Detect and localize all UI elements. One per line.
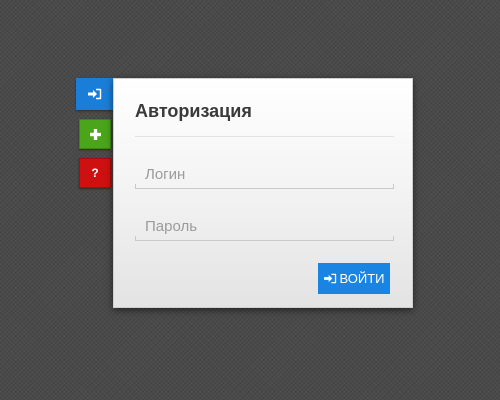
question-icon: ? xyxy=(91,166,99,180)
login-input[interactable] xyxy=(135,161,394,189)
sign-in-icon xyxy=(323,273,337,284)
panel-title: Авторизация xyxy=(135,101,252,121)
password-input-left-tick xyxy=(135,236,136,241)
title-divider xyxy=(135,136,394,137)
login-input-left-tick xyxy=(135,184,136,189)
password-input[interactable] xyxy=(135,213,394,241)
login-tab[interactable] xyxy=(76,78,113,110)
login-input-right-tick xyxy=(393,184,394,189)
login-button-label: ВОЙТИ xyxy=(339,271,385,286)
register-tab[interactable] xyxy=(79,119,111,149)
plus-icon xyxy=(89,128,101,140)
password-input-right-tick xyxy=(393,236,394,241)
sign-in-icon xyxy=(87,88,102,100)
login-panel: Авторизация ВОЙТИ xyxy=(113,78,413,308)
login-button[interactable]: ВОЙТИ xyxy=(318,263,390,294)
help-tab[interactable]: ? xyxy=(79,158,111,188)
